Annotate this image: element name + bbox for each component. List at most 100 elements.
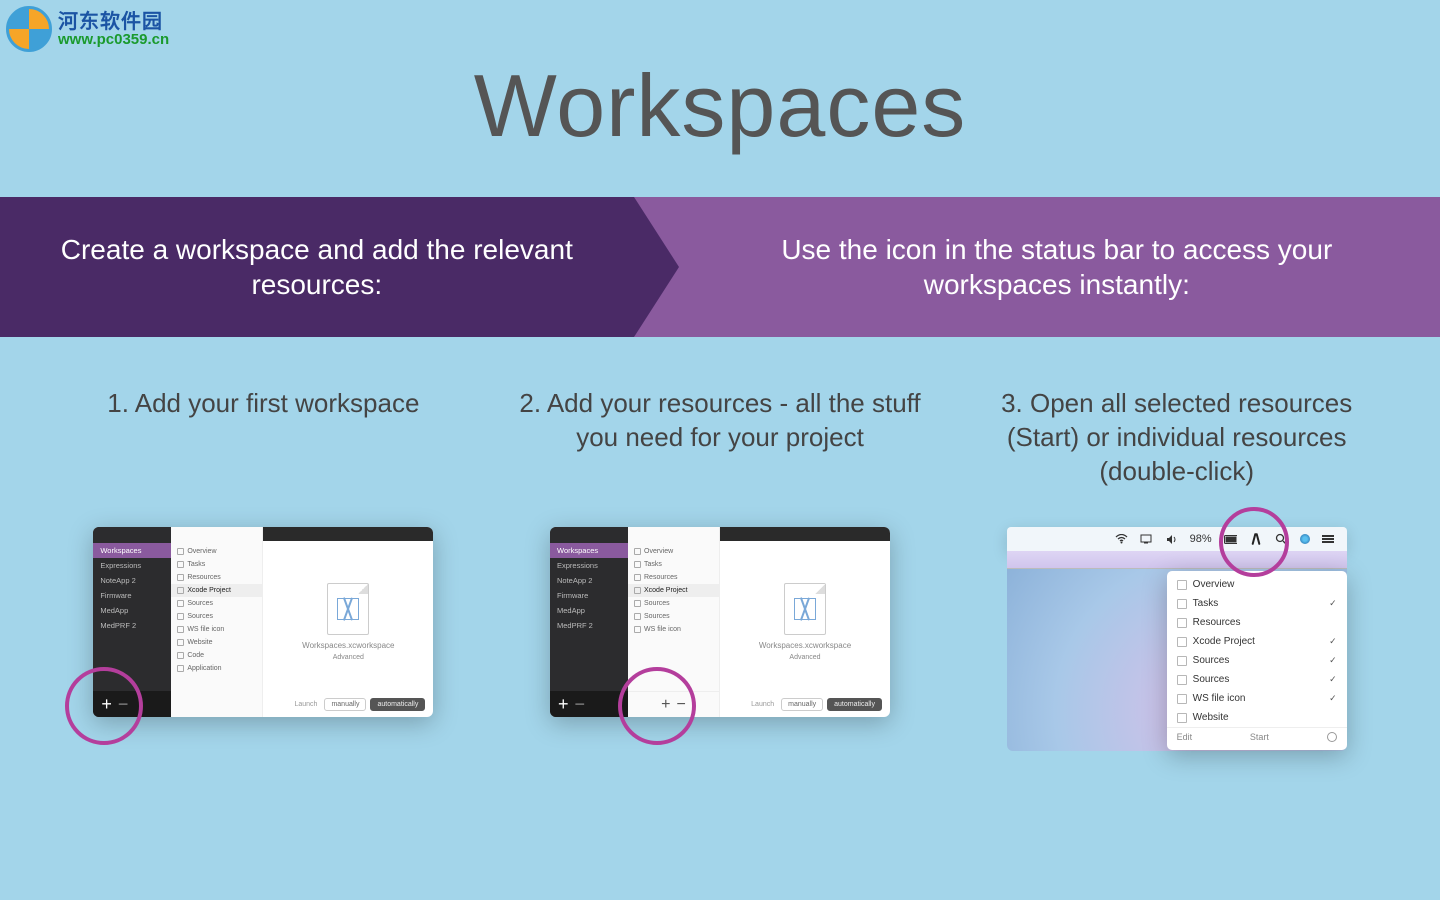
folder-icon bbox=[1177, 675, 1187, 685]
list-item[interactable]: Xcode Project bbox=[628, 584, 719, 597]
doc-icon bbox=[177, 639, 184, 646]
dd-item[interactable]: Resources bbox=[1167, 613, 1347, 632]
launch-label: Launch bbox=[294, 701, 317, 708]
step-2-heading: 2. Add your resources - all the stuff yo… bbox=[507, 387, 934, 527]
step-1-heading: 1. Add your first workspace bbox=[97, 387, 429, 527]
battery-percent: 98% bbox=[1190, 533, 1212, 545]
doc-icon bbox=[1177, 713, 1187, 723]
step-3-column: 3. Open all selected resources (Start) o… bbox=[963, 387, 1390, 750]
sidebar-item[interactable]: Firmware bbox=[550, 588, 628, 603]
add-workspace-button[interactable]: + bbox=[101, 694, 112, 715]
advanced-label[interactable]: Advanced bbox=[333, 654, 364, 661]
dd-item[interactable]: Sources bbox=[1167, 670, 1347, 689]
list-item-label: Xcode Project bbox=[187, 587, 231, 594]
sidebar-footer: + − bbox=[93, 691, 171, 717]
list-item[interactable]: Sources bbox=[171, 597, 262, 610]
automatically-button[interactable]: automatically bbox=[827, 698, 882, 711]
dd-label: Overview bbox=[1193, 579, 1235, 590]
sidebar-item[interactable]: MedPRF 2 bbox=[550, 618, 628, 633]
doc-icon bbox=[1177, 599, 1187, 609]
watermark-badge: 河东软件园 www.pc0359.cn bbox=[6, 6, 169, 52]
notifications-icon[interactable] bbox=[1322, 533, 1335, 546]
list-item[interactable]: Website bbox=[171, 636, 262, 649]
display-icon[interactable] bbox=[1140, 533, 1153, 546]
volume-icon[interactable] bbox=[1165, 533, 1178, 546]
list-item[interactable]: Code bbox=[171, 649, 262, 662]
battery-icon bbox=[1224, 533, 1237, 546]
doc-icon bbox=[634, 626, 641, 633]
dd-item[interactable]: Xcode Project bbox=[1167, 632, 1347, 651]
sidebar-item[interactable]: NoteApp 2 bbox=[93, 573, 171, 588]
list-item-label: Sources bbox=[644, 600, 670, 607]
list-item-label: Application bbox=[187, 665, 221, 672]
list-item[interactable]: Tasks bbox=[628, 558, 719, 571]
menubar: 98% bbox=[1007, 527, 1347, 551]
manually-button[interactable]: manually bbox=[781, 698, 823, 711]
doc-icon bbox=[634, 548, 641, 555]
list-item[interactable]: Application bbox=[171, 662, 262, 675]
watermark-cn-text: 河东软件园 bbox=[58, 12, 169, 32]
detail-panel: Workspaces.xcworkspace Advanced Launch m… bbox=[720, 527, 890, 717]
doc-icon bbox=[177, 626, 184, 633]
list-item[interactable]: Sources bbox=[628, 597, 719, 610]
edit-button[interactable]: Edit bbox=[1177, 732, 1193, 742]
sidebar-item[interactable]: Firmware bbox=[93, 588, 171, 603]
dd-label: Xcode Project bbox=[1193, 636, 1255, 647]
workspaces-dropdown: Overview Tasks Resources Xcode Project S… bbox=[1167, 571, 1347, 750]
remove-workspace-button[interactable]: − bbox=[118, 694, 129, 715]
list-item[interactable]: Sources bbox=[628, 610, 719, 623]
add-resource-button[interactable]: + bbox=[661, 696, 670, 714]
siri-icon[interactable] bbox=[1300, 534, 1310, 544]
sidebar-item[interactable]: MedApp bbox=[93, 603, 171, 618]
advanced-label[interactable]: Advanced bbox=[789, 654, 820, 661]
sidebar-item[interactable]: MedApp bbox=[550, 603, 628, 618]
list-item[interactable]: Xcode Project bbox=[171, 584, 262, 597]
manually-button[interactable]: manually bbox=[324, 698, 366, 711]
doc-icon bbox=[177, 587, 184, 594]
dd-item[interactable]: WS file icon bbox=[1167, 689, 1347, 708]
doc-icon bbox=[634, 574, 641, 581]
doc-icon bbox=[177, 561, 184, 568]
list-item[interactable]: Tasks bbox=[171, 558, 262, 571]
wifi-icon[interactable] bbox=[1115, 533, 1128, 546]
remove-resource-button[interactable]: − bbox=[677, 696, 686, 714]
sidebar-item[interactable]: NoteApp 2 bbox=[550, 573, 628, 588]
list-item-label: Code bbox=[187, 652, 204, 659]
search-icon[interactable] bbox=[1275, 533, 1288, 546]
doc-icon bbox=[634, 587, 641, 594]
doc-icon bbox=[177, 652, 184, 659]
list-item[interactable]: Sources bbox=[171, 610, 262, 623]
list-item[interactable]: Resources bbox=[171, 571, 262, 584]
dd-item[interactable]: Tasks bbox=[1167, 594, 1347, 613]
launch-label: Launch bbox=[751, 701, 774, 708]
sidebar-footer: + − bbox=[550, 691, 628, 717]
add-workspace-button[interactable]: + bbox=[558, 694, 569, 715]
workspaces-menubar-icon[interactable] bbox=[1249, 532, 1263, 546]
list-item[interactable]: WS file icon bbox=[171, 623, 262, 636]
sidebar-item-workspaces[interactable]: Workspaces bbox=[550, 543, 628, 558]
list-item[interactable]: Overview bbox=[171, 545, 262, 558]
remove-workspace-button[interactable]: − bbox=[575, 694, 586, 715]
sidebar-item[interactable]: MedPRF 2 bbox=[93, 618, 171, 633]
list-item[interactable]: WS file icon bbox=[628, 623, 719, 636]
list-item[interactable]: Resources bbox=[628, 571, 719, 584]
dd-item[interactable]: Overview bbox=[1167, 575, 1347, 594]
sidebar-item[interactable]: Expressions bbox=[93, 558, 171, 573]
sidebar-item-workspaces[interactable]: Workspaces bbox=[93, 543, 171, 558]
doc-icon bbox=[634, 561, 641, 568]
xcworkspace-icon bbox=[327, 583, 369, 635]
start-button[interactable]: Start bbox=[1250, 732, 1269, 742]
dd-item[interactable]: Sources bbox=[1167, 651, 1347, 670]
banner-right-text: Use the icon in the status bar to access… bbox=[714, 232, 1400, 302]
list-item[interactable]: Overview bbox=[628, 545, 719, 558]
sidebar-item[interactable]: Expressions bbox=[550, 558, 628, 573]
doc-icon bbox=[1177, 580, 1187, 590]
automatically-button[interactable]: automatically bbox=[370, 698, 425, 711]
dd-item[interactable]: Website bbox=[1167, 708, 1347, 727]
list-item-label: Xcode Project bbox=[644, 587, 688, 594]
menubar-mock: 98% Overview Tasks Resources Xcode Proje… bbox=[1007, 527, 1347, 750]
gear-icon[interactable] bbox=[1327, 732, 1337, 742]
doc-icon bbox=[177, 665, 184, 672]
list-item-label: Tasks bbox=[644, 561, 662, 568]
step-1-column: 1. Add your first workspace Workspaces E… bbox=[50, 387, 477, 750]
